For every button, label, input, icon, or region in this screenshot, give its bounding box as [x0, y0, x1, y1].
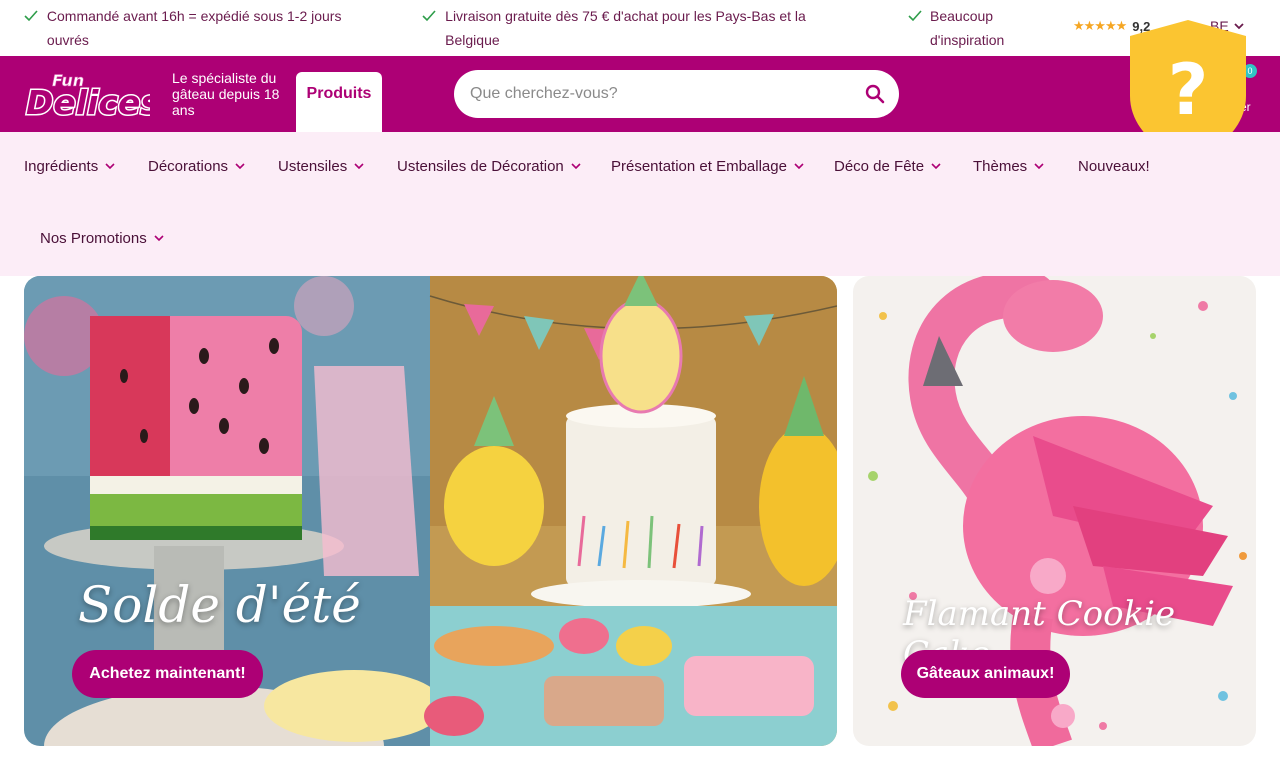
- nav-item-label: Nouveaux!: [1078, 157, 1150, 175]
- usp-bar: Commandé avant 16h = expédié sous 1-2 jo…: [0, 0, 1280, 56]
- nav-item-ustensiles[interactable]: Ustensiles: [278, 154, 365, 178]
- nav-item-themes[interactable]: Thèmes: [973, 154, 1045, 178]
- shop-now-button[interactable]: Achetez maintenant!: [72, 650, 263, 698]
- chevron-down-icon: [571, 163, 581, 170]
- nav-item-label: Déco de Fête: [834, 157, 925, 175]
- nav-item-decorations[interactable]: Décorations: [148, 154, 246, 178]
- check-icon: [24, 4, 39, 28]
- animal-cakes-button[interactable]: Gâteaux animaux!: [901, 650, 1070, 698]
- promo-banner-flamingo[interactable]: Flamant Cookie Cake Gâteaux animaux!: [853, 276, 1256, 746]
- nav-item-ingredients[interactable]: Ingrédients: [24, 154, 116, 178]
- usp-item: Livraison gratuite dès 75 € d'achat pour…: [422, 4, 842, 52]
- check-icon: [422, 4, 437, 28]
- chevron-down-icon: [105, 163, 115, 170]
- nav-item-label: Ustensiles de Décoration: [397, 157, 564, 175]
- nav-item-label: Décorations: [148, 157, 229, 175]
- tab-products[interactable]: Produits: [296, 72, 382, 132]
- chevron-down-icon: [354, 163, 364, 170]
- chevron-down-icon: [931, 163, 941, 170]
- nav-item-deco-fete[interactable]: Déco de Fête: [834, 154, 942, 178]
- chevron-down-icon: [794, 163, 804, 170]
- nav-item-nouveaux[interactable]: Nouveaux!: [1078, 154, 1150, 178]
- nav-item-label: Thèmes: [973, 157, 1028, 175]
- site-header: Fun Delices Le spécialiste du gâteau dep…: [0, 56, 1280, 132]
- search-input[interactable]: [470, 82, 850, 106]
- nav-item-promotions[interactable]: Nos Promotions: [40, 226, 165, 250]
- main-nav: Ingrédients Décorations Ustensiles Usten…: [0, 132, 1280, 276]
- svg-text:?: ?: [1168, 49, 1209, 131]
- chevron-down-icon: [235, 163, 245, 170]
- usp-item: Commandé avant 16h = expédié sous 1-2 jo…: [24, 4, 364, 52]
- usp-text: Livraison gratuite dès 75 € d'achat pour…: [445, 8, 806, 48]
- star-icon: ★★★★★: [1073, 18, 1127, 33]
- chevron-down-icon: [1034, 163, 1044, 170]
- usp-item: Beaucoup d'inspiration: [908, 4, 1028, 52]
- chevron-down-icon: [154, 235, 164, 242]
- check-icon: [908, 4, 922, 28]
- nav-item-ustensiles-decoration[interactable]: Ustensiles de Décoration: [397, 154, 582, 178]
- usp-text: Beaucoup d'inspiration: [930, 8, 1005, 48]
- nav-item-label: Présentation et Emballage: [611, 157, 787, 175]
- search-bar: [454, 70, 899, 118]
- banner-title: Solde d'été: [78, 576, 361, 634]
- tagline: Le spécialiste du gâteau depuis 18 ans: [172, 70, 280, 118]
- nav-item-label: Ustensiles: [278, 157, 348, 175]
- search-icon[interactable]: [863, 82, 887, 106]
- site-logo[interactable]: Fun Delices: [24, 66, 162, 124]
- usp-text: Commandé avant 16h = expédié sous 1-2 jo…: [46, 8, 342, 48]
- promo-banner-summer-sale[interactable]: Solde d'été Achetez maintenant!: [24, 276, 837, 746]
- nav-item-presentation[interactable]: Présentation et Emballage: [611, 154, 805, 178]
- nav-item-label: Ingrédients: [24, 157, 99, 175]
- nav-item-label: Nos Promotions: [40, 229, 147, 247]
- svg-text:Delices: Delices: [26, 83, 150, 122]
